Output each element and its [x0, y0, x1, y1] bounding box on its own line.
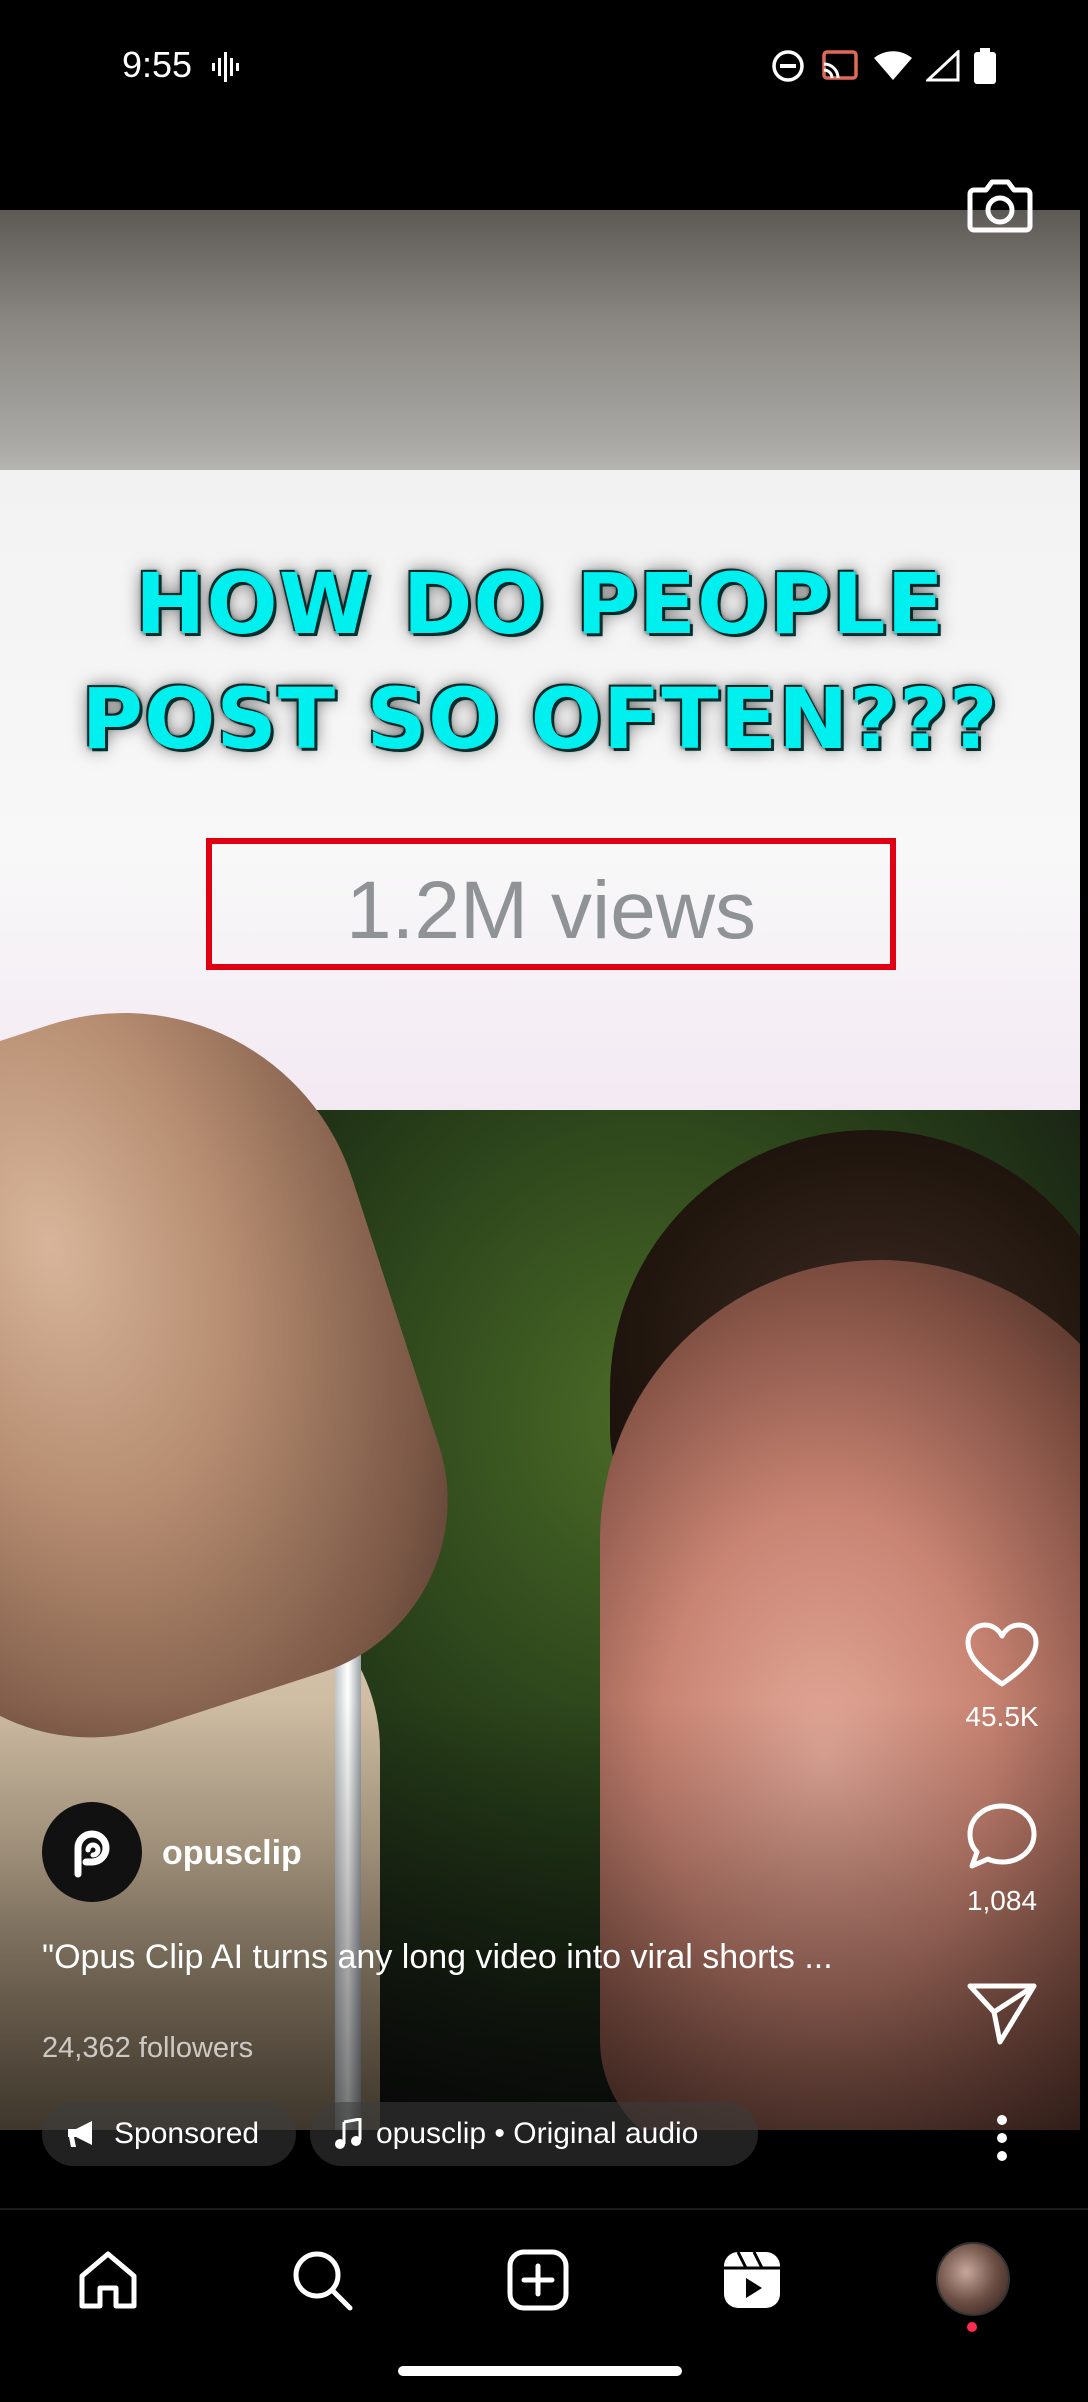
followers-count: 24,362 followers	[42, 2032, 254, 2064]
profile-avatar[interactable]	[936, 2242, 1010, 2316]
share-action[interactable]	[942, 1980, 1062, 2051]
sponsored-chip[interactable]: Sponsored	[42, 2102, 296, 2166]
home-icon[interactable]	[72, 2244, 144, 2316]
status-bar: 9:55	[0, 0, 1088, 138]
heart-icon[interactable]	[963, 1622, 1041, 1694]
battery-icon	[974, 48, 996, 84]
audio-chip[interactable]: opusclip • Original audio	[310, 2102, 758, 2166]
do-not-disturb-icon	[770, 48, 806, 84]
views-count-text: 1.2M views	[345, 865, 757, 956]
sponsored-label: Sponsored	[114, 2117, 260, 2150]
notification-dot	[967, 2322, 977, 2332]
reels-icon[interactable]	[716, 2244, 788, 2316]
more-options-icon[interactable]	[976, 2112, 1028, 2164]
opusclip-logo-icon	[74, 1830, 110, 1878]
headline-line2: POST SO OFTEN???	[81, 670, 999, 768]
comment-icon[interactable]	[964, 1803, 1040, 1878]
status-icons	[770, 48, 996, 84]
music-note-icon	[335, 2118, 362, 2149]
home-indicator[interactable]	[398, 2366, 682, 2376]
headline-line1: HOW DO PEOPLE	[135, 555, 945, 653]
account-username[interactable]: opusclip	[162, 1834, 302, 1873]
search-icon[interactable]	[286, 2244, 358, 2316]
account-avatar[interactable]	[42, 1802, 142, 1902]
like-count: 45.5K	[965, 1701, 1039, 1732]
bottom-overlay-gradient	[0, 1700, 1088, 2130]
signal-icon	[926, 50, 960, 82]
post-caption[interactable]: "Opus Clip AI turns any long video into …	[42, 1938, 922, 1977]
create-icon[interactable]	[502, 2244, 574, 2316]
status-time: 9:55	[122, 44, 193, 85]
comment-action[interactable]: 1,084	[942, 1800, 1062, 1917]
like-action[interactable]: 45.5K	[942, 1620, 1062, 1733]
megaphone-icon	[68, 2121, 92, 2147]
views-highlight-box: 1.2M views	[206, 838, 896, 970]
comment-count: 1,084	[966, 1885, 1038, 1916]
share-icon[interactable]	[966, 1983, 1038, 2050]
audio-label: opusclip • Original audio	[376, 2117, 699, 2150]
camera-icon[interactable]	[964, 168, 1036, 240]
wifi-icon	[874, 50, 912, 82]
cast-icon	[820, 48, 860, 84]
sound-wave-icon	[212, 52, 240, 87]
